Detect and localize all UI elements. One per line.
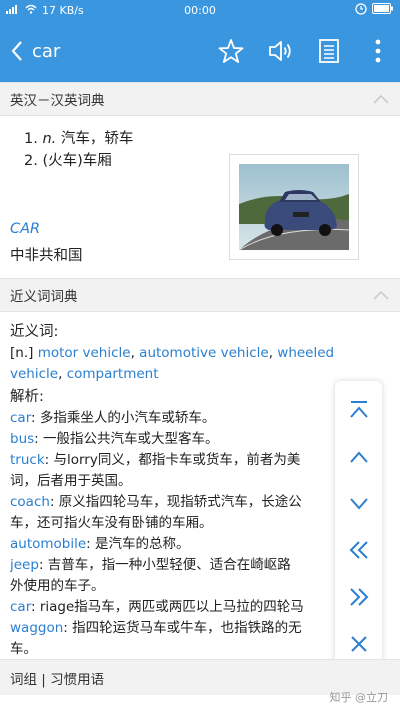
clock: 00:00 xyxy=(184,3,216,17)
search-word-title: car xyxy=(32,40,61,62)
analysis-text: : 原义指四轮马车，现指轿式汽车，长途公 xyxy=(49,494,302,510)
wordbook-button[interactable] xyxy=(313,35,345,67)
analysis-label: 解析: xyxy=(10,389,44,405)
analysis-entry: waggon: 指四轮运货马车或牛车，也指铁路的无 xyxy=(10,618,390,639)
scroll-up-button[interactable] xyxy=(344,442,374,472)
notebook-icon xyxy=(319,39,339,63)
analysis-word-link[interactable]: jeep xyxy=(10,557,39,573)
section-header-dictionary[interactable]: 英汉－汉英词典 xyxy=(0,82,400,116)
analysis-entry: car: 多指乘坐人的小汽车或轿车。 xyxy=(10,408,390,429)
analysis-word-link[interactable]: bus xyxy=(10,431,34,447)
analysis-text: 外使用的车子。 xyxy=(10,578,105,594)
scroll-down-button[interactable] xyxy=(344,489,374,519)
analysis-word-link[interactable]: automobile xyxy=(10,536,86,552)
analysis-text: : 与lorry同义，都指卡车或货车，前者为美 xyxy=(44,452,301,468)
analysis-text: : 是汽车的总称。 xyxy=(86,536,190,552)
synonym-label: 近义词: xyxy=(10,324,59,340)
analysis-entry: automobile: 是汽车的总称。 xyxy=(10,534,390,555)
analysis-text: : 一般指公共汽车或大型客车。 xyxy=(34,431,219,447)
analysis-entry: truck: 与lorry同义，都指卡车或货车，前者为美 xyxy=(10,450,390,471)
back-button[interactable] xyxy=(6,40,28,62)
analysis-text: 车，还可指火车没有卧铺的车厢。 xyxy=(10,515,213,531)
analysis-entry: 外使用的车子。 xyxy=(10,576,390,597)
pronounce-button[interactable] xyxy=(264,35,296,67)
more-menu-button[interactable] xyxy=(362,35,394,67)
analysis-text: 车。 xyxy=(10,641,37,657)
analysis-entry: 词，后者用于英国。 xyxy=(10,471,390,492)
analysis-word-link[interactable]: waggon xyxy=(10,620,63,636)
top-toolbar: car xyxy=(0,20,400,82)
synonym-words: [n.] motor vehicle, automotive vehicle, … xyxy=(10,345,335,382)
part-of-speech: n. xyxy=(42,131,57,147)
chevron-down-icon xyxy=(349,497,368,510)
chevron-up-icon xyxy=(349,451,368,463)
section-title: 英汉－汉英词典 xyxy=(10,93,105,109)
analysis-entry: coach: 原义指四轮马车，现指轿式汽车，长途公 xyxy=(10,492,390,513)
abbreviation-meaning: 中非共和国 xyxy=(10,248,83,264)
synonym-link[interactable]: motor vehicle xyxy=(38,345,131,361)
synonym-link[interactable]: automotive vehicle xyxy=(139,345,269,361)
definition-item: 1. n. 汽车，轿车 xyxy=(24,131,134,147)
analysis-entry: 车，还可指火车没有卧铺的车厢。 xyxy=(10,513,390,534)
car-photo xyxy=(238,164,350,251)
previous-section-button[interactable] xyxy=(344,535,374,565)
analysis-word-link[interactable]: coach xyxy=(10,494,50,510)
analysis-text: : 多指乘坐人的小汽车或轿车。 xyxy=(31,410,216,426)
collapse-icon[interactable] xyxy=(372,289,390,301)
section-title: 近义词词典 xyxy=(10,289,78,305)
double-left-icon xyxy=(349,541,368,560)
analysis-text: 词，后者用于英国。 xyxy=(10,473,132,489)
chevron-left-icon xyxy=(11,41,22,61)
next-section-button[interactable] xyxy=(344,582,374,612)
scroll-top-button[interactable] xyxy=(344,395,374,425)
analysis-word-link[interactable]: car xyxy=(10,410,31,426)
section-header-synonyms[interactable]: 近义词词典 xyxy=(0,278,400,312)
analysis-word-link[interactable]: truck xyxy=(10,452,45,468)
favorite-button[interactable] xyxy=(215,35,247,67)
analysis-entry: bus: 一般指公共汽车或大型客车。 xyxy=(10,429,390,450)
analysis-entry: car: riage指马车，两匹或两匹以上马拉的四轮马 xyxy=(10,597,390,618)
analysis-entry: jeep: 吉普车，指一种小型轻便、适合在崎岖路 xyxy=(10,555,390,576)
star-icon xyxy=(218,39,244,63)
close-nav-button[interactable] xyxy=(344,629,374,659)
synonym-link[interactable]: compartment xyxy=(67,366,159,382)
analysis-text: : riage指马车，两匹或两匹以上马拉的四轮马 xyxy=(31,599,304,615)
abbreviation-code[interactable]: CAR xyxy=(10,221,40,237)
analysis-text: : 指四轮运货马车或牛车，也指铁路的无 xyxy=(63,620,302,636)
analysis-word-link[interactable]: car xyxy=(10,599,31,615)
status-bar: 17 KB/s 00:00 xyxy=(0,0,400,20)
collapse-icon[interactable] xyxy=(372,93,390,105)
speaker-icon xyxy=(269,41,291,61)
section-title: 词组 | 习惯用语 xyxy=(10,671,105,688)
analysis-entries: car: 多指乘坐人的小汽车或轿车。 bus: 一般指公共汽车或大型客车。 truc… xyxy=(10,408,390,660)
watermark: 知乎 @立刀 xyxy=(329,691,389,704)
double-right-icon xyxy=(349,588,368,606)
close-icon xyxy=(350,635,367,652)
more-vertical-icon xyxy=(375,39,381,63)
double-up-icon xyxy=(349,401,368,418)
analysis-text: : 吉普车，指一种小型轻便、适合在崎岖路 xyxy=(38,557,291,573)
definition-block: 1. n. 汽车，轿车 2. (火车)车厢 CAR 中非共和国 xyxy=(0,128,400,278)
word-illustration-image[interactable] xyxy=(229,154,359,260)
analysis-entry: 车。 xyxy=(10,639,390,660)
floating-nav-panel xyxy=(335,381,382,673)
